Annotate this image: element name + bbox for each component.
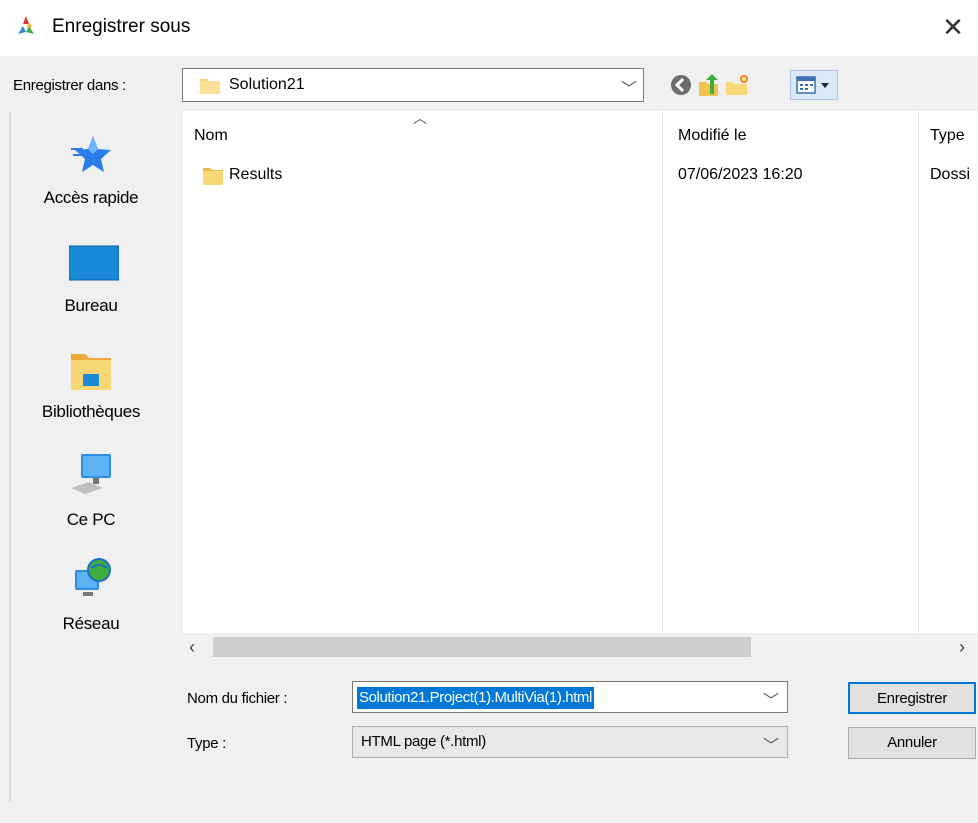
list-item[interactable]: Results 07/06/2023 16:20 Dossi bbox=[194, 162, 974, 192]
filename-label: Nom du fichier : bbox=[187, 690, 288, 707]
place-label: Bureau bbox=[64, 296, 118, 315]
column-header-type[interactable]: Type bbox=[930, 127, 965, 145]
chevron-down-icon: ﹀ bbox=[763, 738, 780, 755]
sort-up-icon: ︿ bbox=[413, 110, 427, 126]
chevron-down-icon: ﹀ bbox=[621, 81, 638, 98]
save-in-value: Solution21 bbox=[229, 76, 305, 93]
close-icon: ✕ bbox=[942, 12, 964, 42]
close-button[interactable]: ✕ bbox=[936, 12, 970, 44]
type-label: Type : bbox=[187, 735, 227, 752]
cancel-button[interactable]: Annuler bbox=[848, 727, 976, 759]
place-label: Ce PC bbox=[66, 510, 116, 529]
desktop-icon bbox=[68, 242, 120, 286]
libraries-icon bbox=[69, 348, 113, 392]
scroll-right-icon[interactable]: › bbox=[959, 637, 965, 658]
column-header-name[interactable]: Nom bbox=[194, 127, 228, 145]
save-in-label: Enregistrer dans : bbox=[13, 77, 126, 94]
folder-icon bbox=[202, 165, 224, 187]
view-menu-icon[interactable] bbox=[790, 70, 838, 100]
save-in-dropdown[interactable]: Solution21 ﹀ bbox=[182, 68, 644, 102]
file-name: Results bbox=[229, 166, 283, 183]
place-label: Accès rapide bbox=[43, 188, 139, 207]
place-network[interactable]: Réseau bbox=[11, 558, 171, 654]
file-type: Dossi bbox=[930, 166, 971, 183]
app-icon bbox=[14, 14, 38, 38]
place-desktop[interactable]: Bureau bbox=[11, 240, 171, 336]
back-icon[interactable] bbox=[668, 72, 694, 98]
place-quick-access[interactable]: Accès rapide bbox=[11, 130, 171, 226]
column-header-date[interactable]: Modifié le bbox=[678, 127, 746, 145]
new-folder-icon[interactable] bbox=[724, 72, 750, 98]
place-label: Réseau bbox=[62, 614, 120, 633]
chevron-down-icon[interactable]: ﹀ bbox=[763, 687, 779, 711]
file-date: 07/06/2023 16:20 bbox=[678, 166, 803, 183]
save-button[interactable]: Enregistrer bbox=[848, 682, 976, 714]
window-title: Enregistrer sous bbox=[52, 16, 191, 37]
filename-value[interactable]: Solution21.Project(1).MultiVia(1).html bbox=[357, 687, 594, 709]
scrollbar-thumb[interactable] bbox=[213, 637, 751, 657]
quick-access-star-icon bbox=[69, 132, 113, 176]
network-icon bbox=[69, 558, 113, 602]
folder-icon bbox=[199, 74, 221, 96]
scroll-left-icon[interactable]: ‹ bbox=[189, 637, 195, 658]
computer-icon bbox=[69, 452, 113, 496]
file-type-value: HTML page (*.html) bbox=[361, 733, 486, 750]
up-folder-icon[interactable] bbox=[696, 72, 722, 98]
filename-field[interactable]: Solution21.Project(1).MultiVia(1).html ﹀ bbox=[352, 681, 788, 713]
places-bar: Accès rapide Bureau Bibliothèques Ce PC … bbox=[9, 112, 171, 802]
place-libraries[interactable]: Bibliothèques bbox=[11, 346, 171, 442]
file-type-dropdown[interactable]: HTML page (*.html) ﹀ bbox=[352, 726, 788, 758]
place-this-pc[interactable]: Ce PC bbox=[11, 452, 171, 548]
place-label: Bibliothèques bbox=[41, 402, 141, 421]
horizontal-scrollbar[interactable]: ‹ › bbox=[183, 633, 978, 663]
